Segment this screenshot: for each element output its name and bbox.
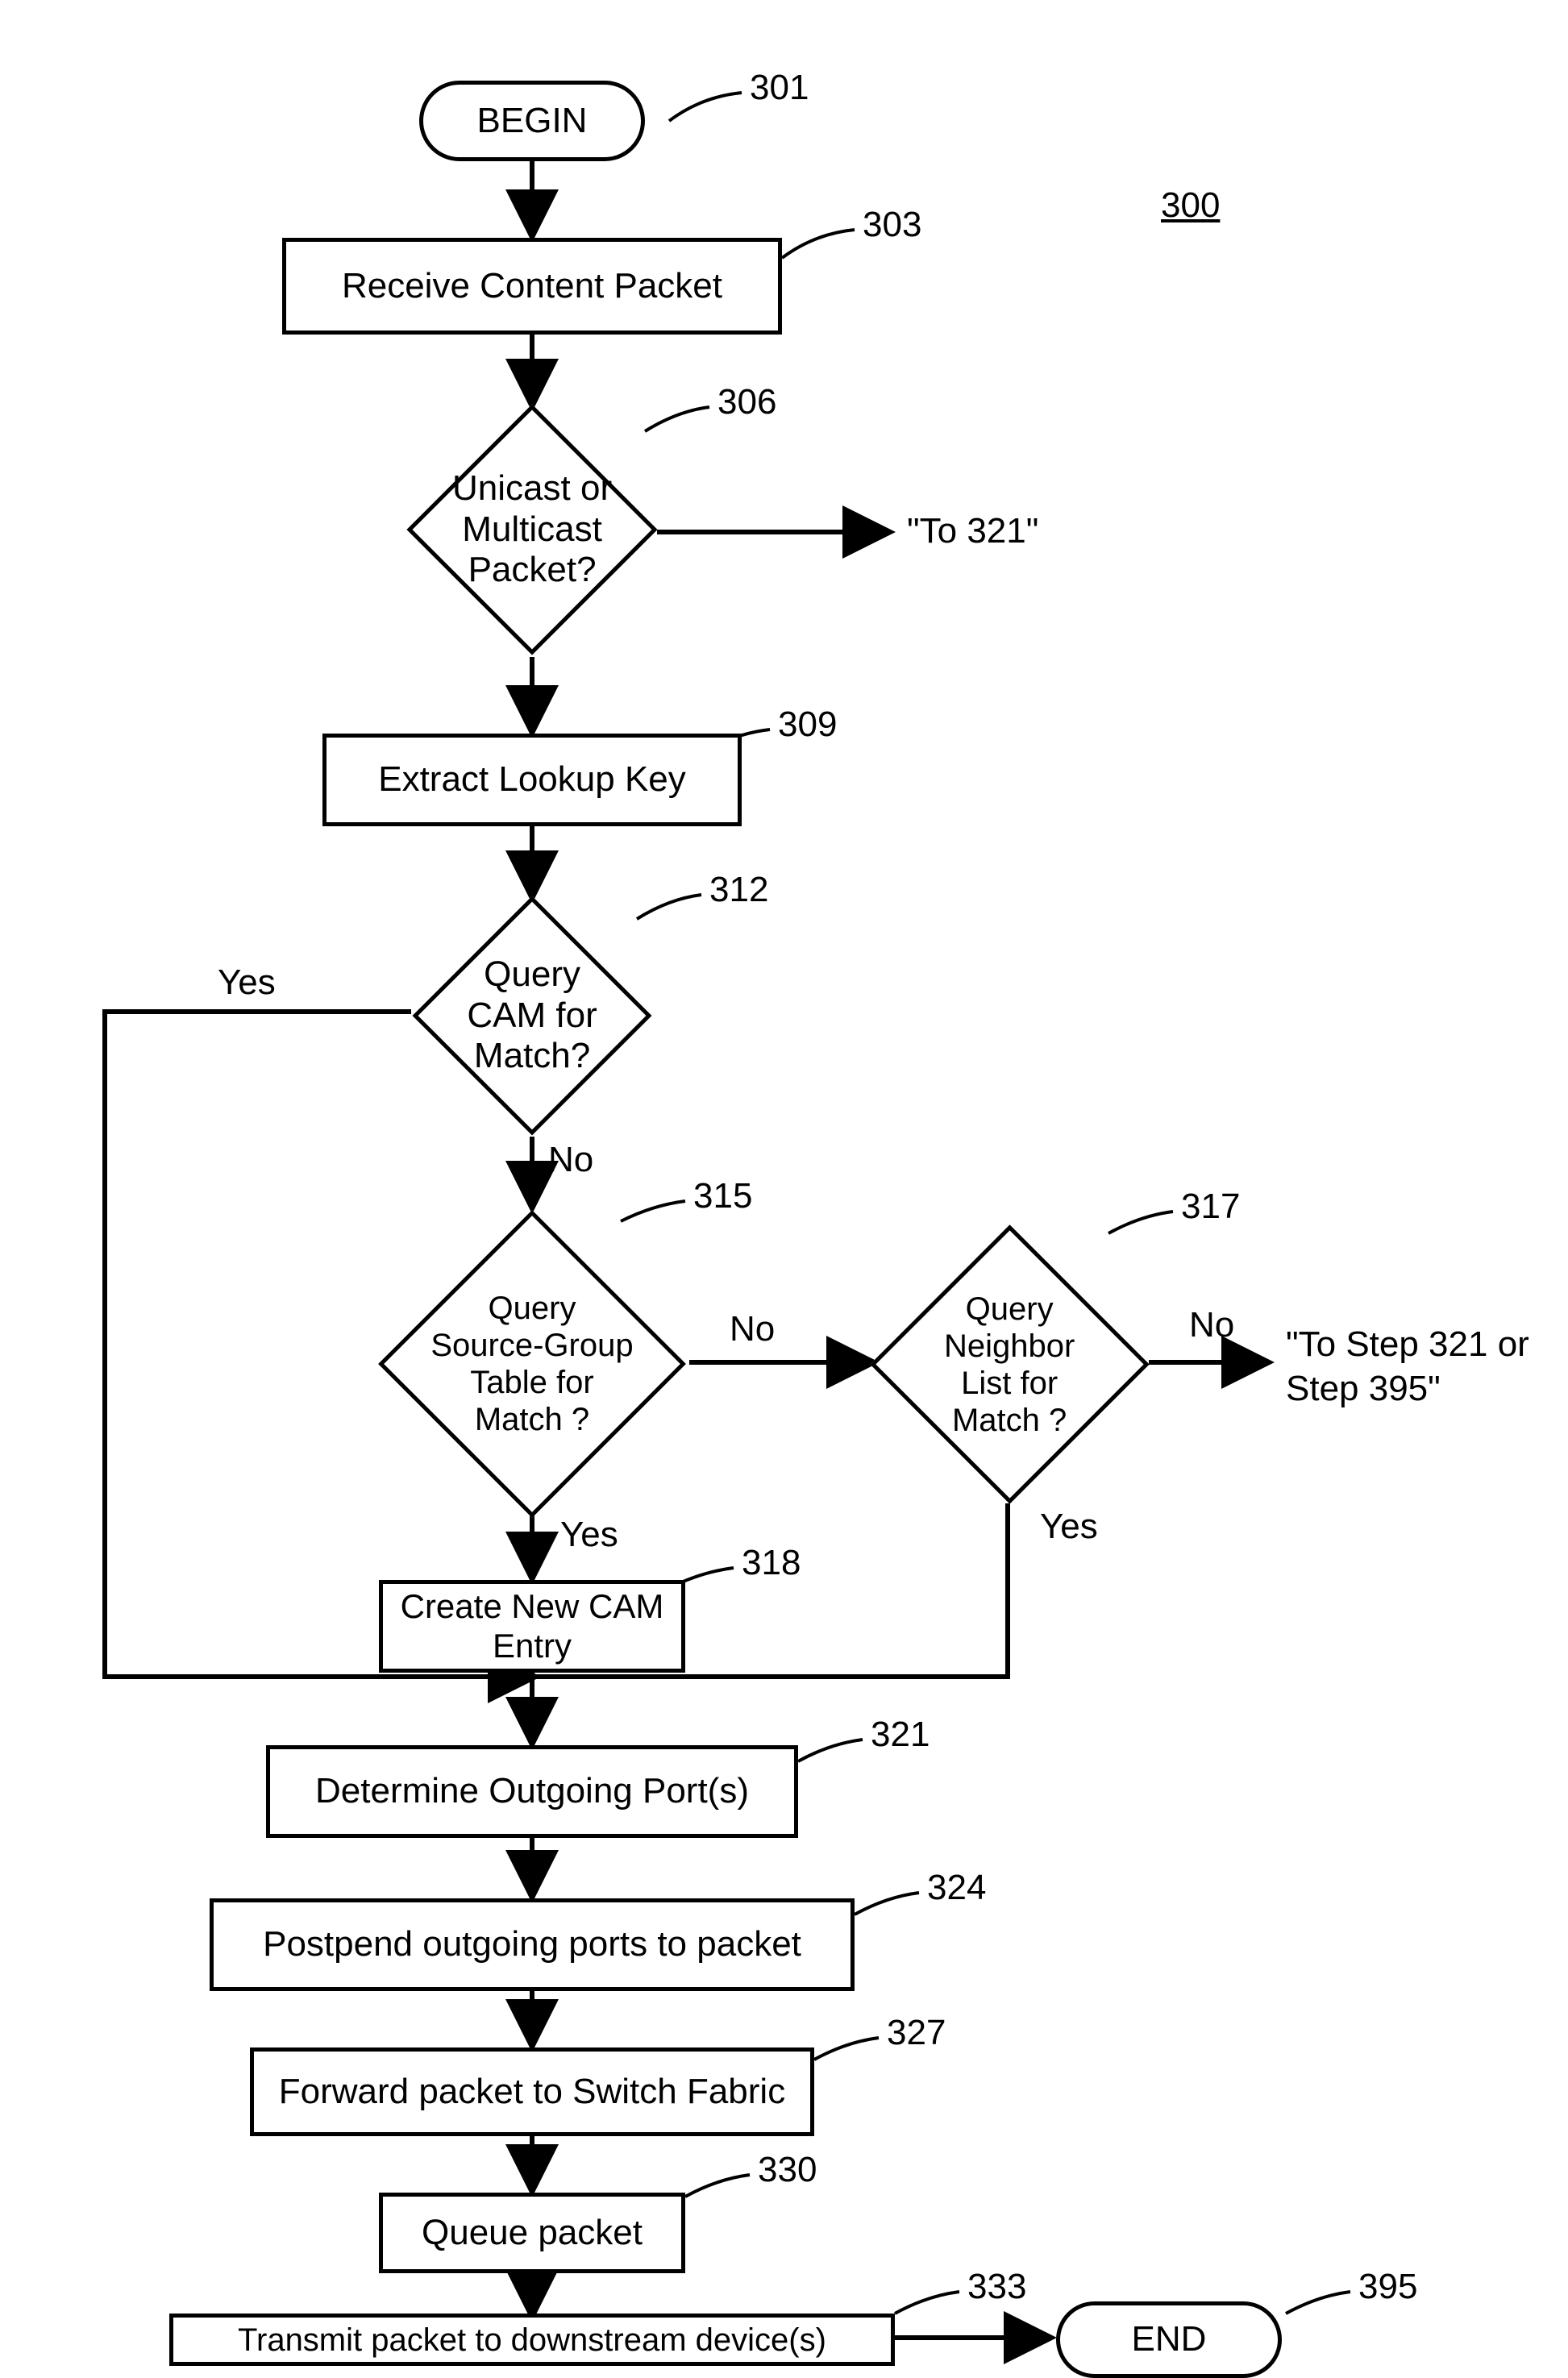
process-extract-lookup-key: Extract Lookup Key — [322, 734, 742, 826]
process-321-label: Determine Outgoing Port(s) — [315, 1771, 749, 1812]
process-330-label: Queue packet — [422, 2213, 643, 2254]
figure-ref: 300 — [1161, 185, 1220, 226]
edge-312-no: No — [548, 1141, 593, 1179]
terminator-end-label: END — [1132, 2319, 1207, 2360]
process-transmit-downstream: Transmit packet to downstream device(s) — [169, 2314, 895, 2366]
process-queue-packet: Queue packet — [379, 2193, 685, 2273]
ref-301: 301 — [750, 69, 809, 107]
decision-317-label: Query Neighbor List for Match ? — [915, 1291, 1104, 1439]
process-303-label: Receive Content Packet — [342, 266, 722, 307]
terminator-begin: BEGIN — [419, 81, 645, 161]
edge-312-yes: Yes — [218, 963, 276, 1002]
ref-317: 317 — [1181, 1187, 1240, 1226]
terminator-begin-label: BEGIN — [477, 101, 588, 142]
process-324-label: Postpend outgoing ports to packet — [263, 1924, 801, 1965]
process-forward-to-switch-fabric: Forward packet to Switch Fabric — [250, 2047, 814, 2136]
ref-303: 303 — [863, 206, 921, 244]
process-determine-outgoing-ports: Determine Outgoing Port(s) — [266, 1745, 798, 1838]
terminator-end: END — [1056, 2301, 1282, 2378]
ref-395: 395 — [1358, 2268, 1417, 2306]
process-postpend-outgoing-ports: Postpend outgoing ports to packet — [210, 1898, 855, 1991]
process-receive-content-packet: Receive Content Packet — [282, 238, 782, 335]
decision-306-label: Unicast or Multicast Packet? — [447, 468, 617, 591]
ref-327: 327 — [887, 2014, 946, 2052]
edge-317-no: No — [1189, 1306, 1234, 1345]
edge-315-yes: Yes — [560, 1515, 618, 1554]
ref-309: 309 — [778, 705, 837, 744]
ref-315: 315 — [693, 1177, 752, 1216]
process-333-label: Transmit packet to downstream device(s) — [238, 2322, 826, 2359]
ref-324: 324 — [927, 1869, 986, 1907]
branch-to-321: "To 321" — [907, 512, 1038, 551]
ref-312: 312 — [709, 871, 768, 909]
decision-312-label: Query CAM for Match? — [451, 954, 613, 1077]
branch-to-321-or-395: "To Step 321 or Step 395" — [1286, 1322, 1544, 1411]
process-create-new-cam-entry: Create New CAM Entry — [379, 1580, 685, 1673]
process-309-label: Extract Lookup Key — [378, 759, 686, 800]
ref-330: 330 — [758, 2151, 817, 2189]
decision-315-label: Query Source-Group Table for Match ? — [427, 1290, 637, 1438]
ref-318: 318 — [742, 1544, 801, 1582]
ref-333: 333 — [967, 2268, 1026, 2306]
process-327-label: Forward packet to Switch Fabric — [279, 2072, 785, 2113]
flowchart-canvas: 300 BEGIN 301 Receive Content Packet 303… — [0, 0, 1568, 2374]
ref-306: 306 — [717, 383, 776, 422]
edge-315-no: No — [730, 1310, 775, 1349]
process-318-label: Create New CAM Entry — [383, 1587, 681, 1665]
edge-317-yes: Yes — [1040, 1507, 1098, 1546]
ref-321: 321 — [871, 1715, 930, 1754]
